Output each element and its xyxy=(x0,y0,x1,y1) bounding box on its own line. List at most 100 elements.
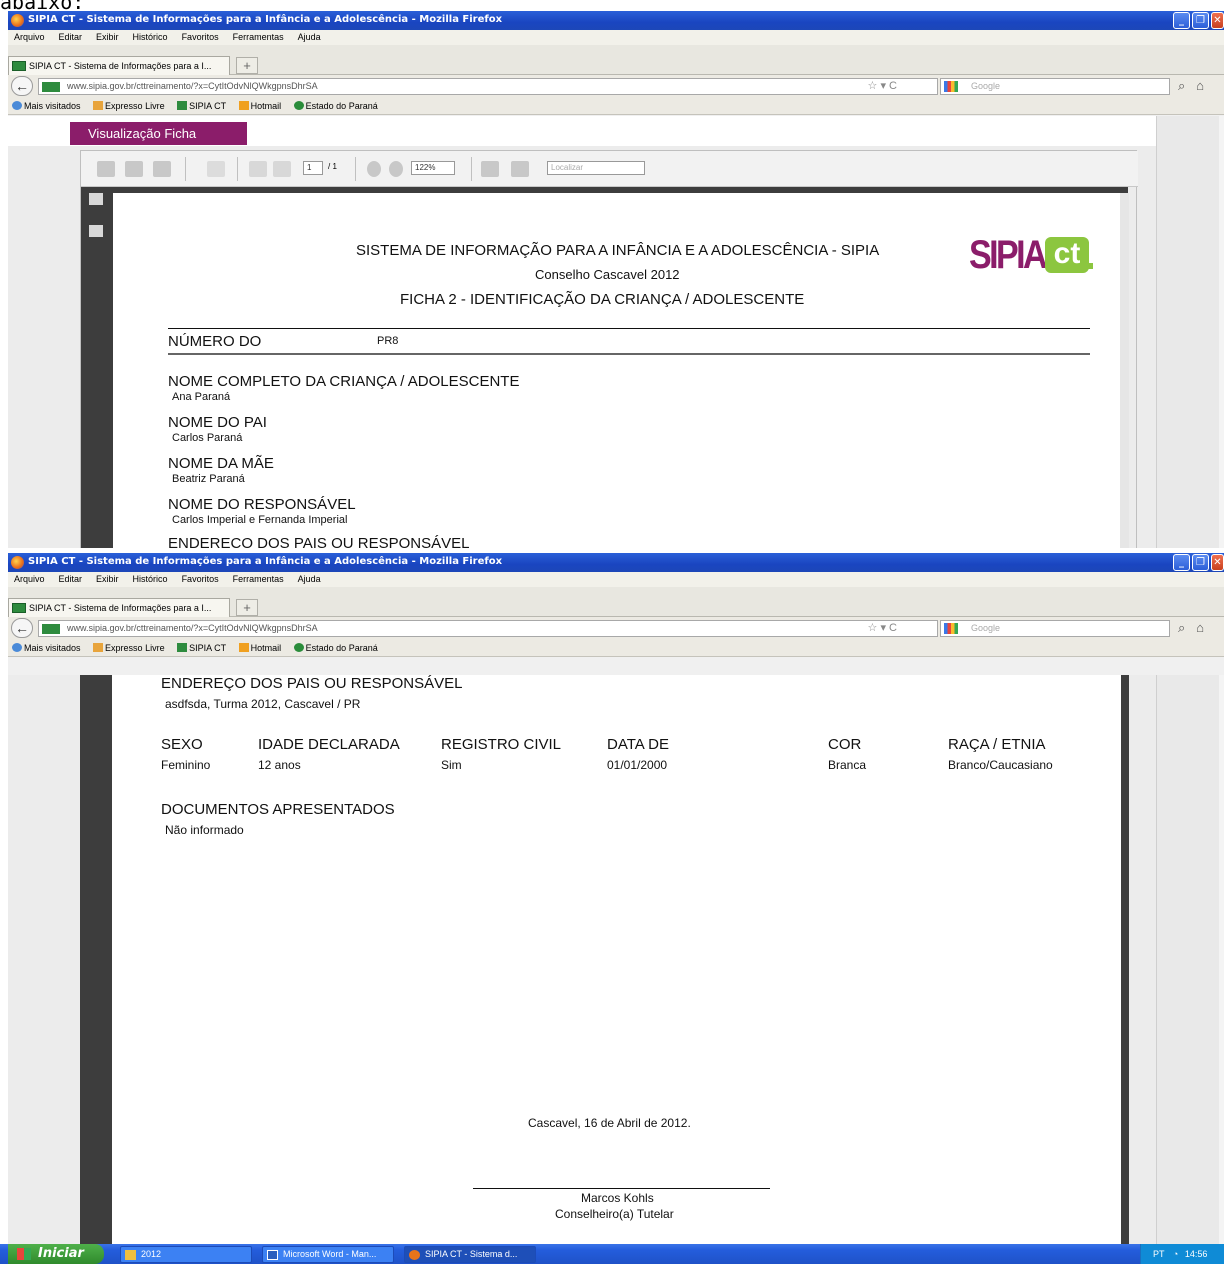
url-text: www.sipia.gov.br/cttreinamento/?x=CytItO… xyxy=(67,81,318,91)
bookmark-expresso-livre[interactable]: Expresso Livre xyxy=(93,639,165,657)
search-box[interactable]: Google xyxy=(940,620,1170,637)
place-date: Cascavel, 16 de Abril de 2012. xyxy=(528,1116,691,1130)
menu-ferramentas[interactable]: Ferramentas xyxy=(233,30,284,45)
menu-exibir[interactable]: Exibir xyxy=(96,30,119,45)
doc-header-council: Conselho Cascavel 2012 xyxy=(535,267,680,282)
close-button[interactable]: ✕ xyxy=(1211,12,1224,29)
taskbar-item-folder[interactable]: 2012 xyxy=(120,1246,252,1263)
zoom-out-icon[interactable] xyxy=(367,161,381,177)
email-icon[interactable] xyxy=(207,161,225,177)
attachments-panel-icon[interactable] xyxy=(89,225,103,237)
bookmark-mais-visitados[interactable]: Mais visitados xyxy=(12,639,81,657)
browser-tab[interactable]: SIPIA CT - Sistema de Informações para a… xyxy=(8,598,230,617)
firefox-icon xyxy=(409,1250,420,1260)
menu-ferramentas[interactable]: Ferramentas xyxy=(233,572,284,587)
menu-editar[interactable]: Editar xyxy=(59,572,83,587)
maximize-button[interactable]: ❐ xyxy=(1192,554,1209,571)
home-icon[interactable]: ⌂ xyxy=(1196,620,1204,635)
logo-ct-text: ct xyxy=(1045,237,1089,273)
doc-header-form: FICHA 2 - IDENTIFICAÇÃO DA CRIANÇA / ADO… xyxy=(400,291,805,308)
menu-ajuda[interactable]: Ajuda xyxy=(298,572,321,587)
search-box[interactable]: Google xyxy=(940,78,1170,95)
bookmark-hotmail[interactable]: Hotmail xyxy=(238,639,281,657)
minimize-button[interactable]: _ xyxy=(1173,554,1190,571)
browser-window-top: SIPIA CT - Sistema de Informações para a… xyxy=(8,11,1224,548)
bookmark-mais-visitados[interactable]: Mais visitados xyxy=(12,97,81,115)
next-page-icon[interactable] xyxy=(273,161,291,177)
share-icon[interactable] xyxy=(153,161,171,177)
new-tab-button[interactable]: + xyxy=(236,599,258,616)
save-icon[interactable] xyxy=(125,161,143,177)
bookmark-estado-parana[interactable]: Estado do Paraná xyxy=(293,97,378,115)
endereco-label: ENDEREÇO DOS PAIS OU RESPONSÁVEL xyxy=(161,675,463,692)
new-tab-button[interactable]: + xyxy=(236,57,258,74)
tab-label: SIPIA CT - Sistema de Informações para a… xyxy=(29,61,212,71)
find-input[interactable]: Localizar xyxy=(547,161,645,175)
page-number-input[interactable]: 1 xyxy=(303,161,323,175)
browser-tab[interactable]: SIPIA CT - Sistema de Informações para a… xyxy=(8,56,230,75)
bookmark-star-icon[interactable]: ☆ ▾ C xyxy=(868,79,897,94)
language-indicator[interactable]: PT xyxy=(1153,1249,1164,1259)
menu-bar: Arquivo Editar Exibir Histórico Favoritos Fer… xyxy=(8,30,1224,45)
data-label: DATA DE xyxy=(607,736,669,753)
url-bar[interactable]: www.sipia.gov.br/cttreinamento/?x=CytItO… xyxy=(38,620,938,637)
bookmark-star-icon[interactable]: ☆ ▾ C xyxy=(868,621,897,636)
logo-sipia-text: SIPIA xyxy=(969,233,1048,277)
menu-ajuda[interactable]: Ajuda xyxy=(298,30,321,45)
window-title: SIPIA CT - Sistema de Informações para a… xyxy=(28,556,503,567)
menu-favoritos[interactable]: Favoritos xyxy=(182,572,219,587)
search-icon[interactable]: ⌕ xyxy=(1178,620,1185,635)
bookmark-label: Hotmail xyxy=(250,101,282,111)
menu-arquivo[interactable]: Arquivo xyxy=(14,572,45,587)
print-icon[interactable] xyxy=(97,161,115,177)
title-bar[interactable]: SIPIA CT - Sistema de Informações para a… xyxy=(8,553,1224,572)
section-tab-visualizacao-ficha[interactable]: Visualização Ficha xyxy=(70,122,247,145)
pages-panel-icon[interactable] xyxy=(89,193,103,205)
bookmark-label: Expresso Livre xyxy=(105,643,165,653)
document: SISTEMA DE INFORMAÇÃO PARA A INFÂNCIA E … xyxy=(113,193,1120,548)
url-bar[interactable]: www.sipia.gov.br/cttreinamento/?x=CytItO… xyxy=(38,78,938,95)
documentos-label: DOCUMENTOS APRESENTADOS xyxy=(161,801,395,818)
menu-historico[interactable]: Histórico xyxy=(133,572,168,587)
sexo-label: SEXO xyxy=(161,736,203,753)
menu-editar[interactable]: Editar xyxy=(59,30,83,45)
right-margin xyxy=(1156,116,1224,548)
cor-value: Branca xyxy=(828,758,867,772)
fit-page-icon[interactable] xyxy=(511,161,529,177)
sexo-value: Feminino xyxy=(161,758,211,772)
start-button[interactable]: Iniciar xyxy=(8,1244,104,1264)
bookmarks-bar: Mais visitados Expresso Livre SIPIA CT H… xyxy=(8,639,1224,657)
maximize-button[interactable]: ❐ xyxy=(1192,12,1209,29)
firefox-icon xyxy=(11,14,24,27)
system-tray: PT ◔ 14:56 xyxy=(1140,1244,1224,1264)
bookmark-estado-parana[interactable]: Estado do Paraná xyxy=(293,639,378,657)
minimize-button[interactable]: _ xyxy=(1173,12,1190,29)
title-bar[interactable]: SIPIA CT - Sistema de Informações para a… xyxy=(8,11,1224,30)
search-icon[interactable]: ⌕ xyxy=(1178,78,1185,93)
menu-exibir[interactable]: Exibir xyxy=(96,572,119,587)
nav-icons: ⌕ ⌂ xyxy=(1178,78,1204,94)
bookmark-label: Mais visitados xyxy=(24,643,81,653)
sipia-favicon-icon xyxy=(12,603,26,613)
menu-favoritos[interactable]: Favoritos xyxy=(182,30,219,45)
back-button[interactable]: ← xyxy=(11,618,33,638)
taskbar-item-firefox[interactable]: SIPIA CT - Sistema d... xyxy=(404,1246,536,1263)
responsavel-value: Carlos Imperial e Fernanda Imperial xyxy=(172,514,348,526)
prev-page-icon[interactable] xyxy=(249,161,267,177)
home-icon[interactable]: ⌂ xyxy=(1196,78,1204,93)
taskbar-item-word[interactable]: Microsoft Word - Man... xyxy=(262,1246,394,1263)
bookmark-sipia-ct[interactable]: SIPIA CT xyxy=(177,639,226,657)
close-button[interactable]: ✕ xyxy=(1211,554,1224,571)
menu-arquivo[interactable]: Arquivo xyxy=(14,30,45,45)
zoom-select[interactable]: 122% xyxy=(411,161,455,175)
network-icon[interactable]: ◔ xyxy=(1173,1249,1178,1259)
bookmark-expresso-livre[interactable]: Expresso Livre xyxy=(93,97,165,115)
bookmark-sipia-ct[interactable]: SIPIA CT xyxy=(177,97,226,115)
pdf-scrollbar[interactable] xyxy=(1120,193,1129,548)
bookmark-hotmail[interactable]: Hotmail xyxy=(238,97,282,115)
zoom-in-icon[interactable] xyxy=(389,161,403,177)
fit-width-icon[interactable] xyxy=(481,161,499,177)
back-button[interactable]: ← xyxy=(11,76,33,96)
taskbar-item-label: 2012 xyxy=(141,1249,162,1259)
menu-historico[interactable]: Histórico xyxy=(133,30,168,45)
